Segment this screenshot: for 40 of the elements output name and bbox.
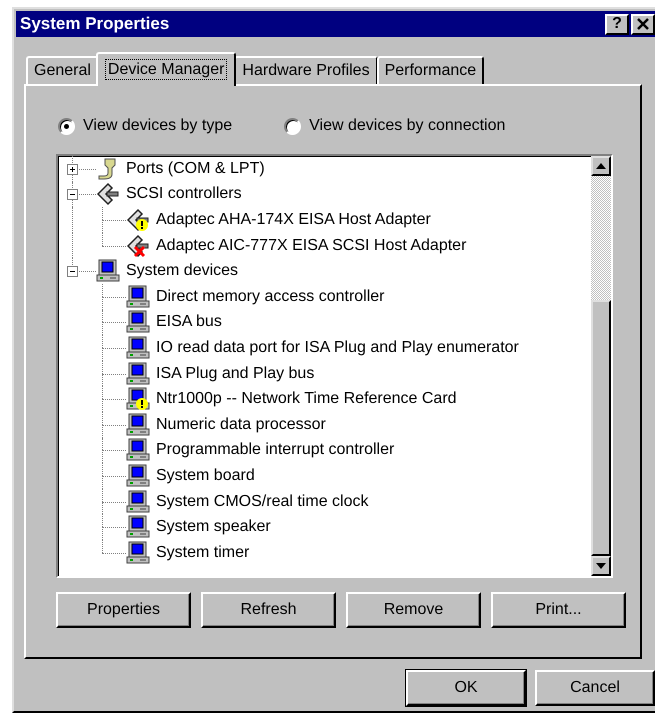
tab[interactable]: Hardware Profiles	[234, 56, 378, 84]
tree-item[interactable]: Adaptec AHA-174X EISA Host Adapter	[156, 210, 431, 229]
radio-label: View devices by connection	[309, 117, 506, 135]
tree-item[interactable]: Direct memory access controller	[156, 288, 384, 306]
tree-item[interactable]: SCSI controllers	[126, 185, 242, 204]
tree-item[interactable]: System speaker	[156, 518, 271, 536]
radio-button[interactable]	[284, 118, 302, 134]
radio-label: View devices by type	[83, 117, 232, 135]
expand-icon[interactable]	[67, 164, 78, 175]
action-button[interactable]: Remove	[346, 592, 481, 628]
tab[interactable]: Device Manager	[96, 52, 236, 86]
tree-item[interactable]: Adaptec AIC-777X EISA SCSI Host Adapter	[156, 236, 466, 255]
action-button[interactable]: Refresh	[201, 592, 336, 628]
tree-item[interactable]: EISA bus	[156, 313, 222, 332]
collapse-icon[interactable]	[67, 189, 78, 200]
tree-item[interactable]: System timer	[156, 544, 250, 562]
tree-item[interactable]: Programmable interrupt controller	[156, 441, 394, 460]
collapse-icon[interactable]	[67, 266, 78, 278]
close-button[interactable]	[631, 14, 655, 34]
dialog-button[interactable]: OK	[406, 670, 526, 706]
tree-item[interactable]: Ntr1000p -- Network Time Reference Card	[156, 390, 457, 408]
tree-item[interactable]: ISA Plug and Play bus	[156, 364, 314, 383]
tree-item[interactable]: Numeric data processor	[156, 416, 326, 434]
tree-item[interactable]: System CMOS/real time clock	[156, 492, 368, 511]
close-icon	[637, 18, 649, 30]
tab[interactable]: General	[26, 56, 99, 84]
tree-item[interactable]: System board	[156, 466, 255, 485]
window-title: System Properties	[20, 14, 170, 34]
tree-item[interactable]: Ports (COM & LPT)	[126, 160, 265, 178]
scrollbar[interactable]	[591, 156, 611, 576]
tree-item[interactable]: System devices	[126, 262, 238, 280]
tree-item[interactable]: IO read data port for ISA Plug and Play enumerator	[156, 338, 519, 357]
tab[interactable]: Performance	[376, 56, 484, 84]
action-button[interactable]: Properties	[56, 592, 191, 628]
down-arrow-icon	[596, 563, 606, 569]
action-button[interactable]: Print...	[491, 592, 626, 628]
dialog-button[interactable]: Cancel	[535, 670, 655, 706]
radio-button[interactable]	[58, 118, 75, 134]
up-arrow-icon	[596, 163, 606, 169]
help-button[interactable]: ?	[605, 14, 629, 34]
